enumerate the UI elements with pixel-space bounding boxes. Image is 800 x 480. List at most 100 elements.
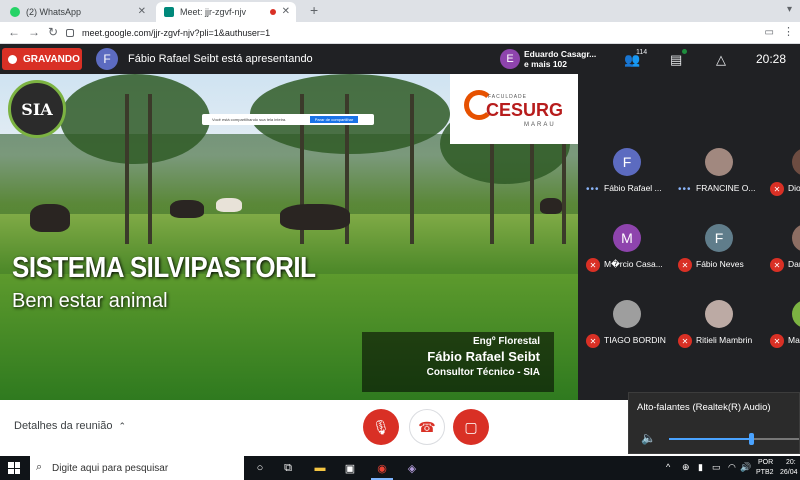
search-icon: ⌕ bbox=[36, 461, 43, 473]
participant-name: Fábio Neves bbox=[696, 259, 744, 269]
cattle bbox=[280, 204, 350, 230]
participant-name: M�rcio Casa... bbox=[604, 259, 663, 269]
windows-start-icon[interactable] bbox=[8, 462, 20, 474]
participant-name: Dio bbox=[788, 183, 800, 193]
participant-name: Dar bbox=[788, 259, 800, 269]
language-code[interactable]: POR bbox=[758, 459, 773, 466]
chat-icon[interactable]: ▤ bbox=[670, 52, 682, 68]
task-view-icon[interactable]: ⧉ bbox=[280, 460, 296, 476]
participant-name: FRANCINE O... bbox=[696, 183, 756, 193]
muted-mic-icon: ✕ bbox=[586, 334, 600, 348]
meet-icon bbox=[164, 7, 174, 17]
mic-toggle-button[interactable]: 🎙 bbox=[363, 409, 399, 445]
camera-toggle-button[interactable]: ▢ bbox=[453, 409, 489, 445]
participant-tile[interactable]: ✕ Ritieli Mambrin bbox=[674, 300, 764, 376]
participant-tile[interactable]: ✕ Dio bbox=[766, 148, 800, 224]
others-line2: e mais 102 bbox=[524, 59, 568, 69]
volume-thumb[interactable] bbox=[748, 433, 754, 445]
details-label: Detalhes da reunião bbox=[14, 420, 113, 432]
cesurg-city: MARAU bbox=[524, 122, 556, 128]
avatar: F bbox=[613, 148, 641, 176]
cast-icon[interactable]: ▭ bbox=[765, 27, 774, 38]
speaker-icon[interactable]: 🔈 bbox=[641, 431, 656, 445]
tray-network-icon[interactable]: ⊕ bbox=[682, 462, 690, 473]
stop-sharing-button[interactable]: Parar de compartilhar bbox=[310, 116, 358, 123]
recording-badge[interactable]: GRAVANDO bbox=[2, 48, 82, 70]
participant-grid: F ••• Fábio Rafael ... ••• FRANCINE O...… bbox=[578, 74, 800, 400]
taskbar-date[interactable]: 26/04 bbox=[780, 469, 798, 476]
muted-mic-icon: ✕ bbox=[770, 258, 784, 272]
participant-tile[interactable]: ✕ TIAGO BORDIN bbox=[582, 300, 672, 376]
presenter-credit: Engº Florestal Fábio Rafael Seibt Consul… bbox=[362, 332, 554, 392]
participant-tile[interactable]: ••• FRANCINE O... bbox=[674, 148, 764, 224]
participant-name: Fábio Rafael ... bbox=[604, 183, 662, 193]
participant-tile[interactable]: F ✕ Fábio Neves bbox=[674, 224, 764, 300]
tray-battery-icon[interactable]: ▭ bbox=[712, 462, 721, 473]
avatar bbox=[792, 300, 800, 328]
tray-mic-icon[interactable]: ▮ bbox=[698, 462, 703, 473]
taskbar-time[interactable]: 20: bbox=[786, 459, 796, 466]
others-text: Eduardo Casagr... e mais 102 bbox=[524, 49, 596, 69]
cesurg-logo: FACULDADE CESURG MARAU bbox=[450, 74, 578, 144]
meeting-details-button[interactable]: Detalhes da reunião ⌃ bbox=[14, 420, 126, 432]
avatar bbox=[705, 300, 733, 328]
tray-wifi-icon[interactable]: ◠ bbox=[728, 462, 736, 473]
app-icon[interactable]: ◈ bbox=[404, 460, 420, 476]
muted-mic-icon: ✕ bbox=[770, 334, 784, 348]
chrome-icon[interactable]: ◉ bbox=[374, 460, 390, 476]
activities-icon[interactable]: △ bbox=[716, 52, 726, 68]
tab-label: Meet: jjr-zgvf-njv bbox=[180, 7, 247, 17]
close-tab-icon[interactable]: ✕ bbox=[138, 6, 146, 17]
tree-trunk bbox=[125, 94, 129, 244]
tab-search-icon[interactable]: ▾ bbox=[787, 4, 792, 15]
url-field[interactable]: meet.google.com/jjr-zgvf-njv?pli=1&authu… bbox=[66, 25, 756, 41]
speaking-indicator-icon: ••• bbox=[678, 184, 692, 195]
participant-tile[interactable]: ✕ Dar bbox=[766, 224, 800, 300]
taskbar-search[interactable]: ⌕ Digite aqui para pesquisar bbox=[30, 456, 244, 480]
file-explorer-icon[interactable]: ▬ bbox=[312, 460, 328, 476]
leave-call-button[interactable]: ☎ bbox=[409, 409, 445, 445]
presenting-text: Fábio Rafael Seibt está apresentando bbox=[128, 53, 313, 65]
tree-trunk bbox=[410, 94, 414, 244]
tab-whatsapp[interactable]: (2) WhatsApp ✕ bbox=[2, 2, 152, 22]
reload-icon[interactable]: ↻ bbox=[48, 25, 58, 39]
tab-label: (2) WhatsApp bbox=[26, 7, 82, 17]
tray-overflow-icon[interactable]: ^ bbox=[666, 462, 670, 472]
tray-volume-icon[interactable]: 🔊 bbox=[740, 462, 751, 473]
participant-name: TIAGO BORDIN bbox=[604, 335, 666, 345]
record-dot-icon bbox=[8, 54, 17, 64]
muted-mic-icon: ✕ bbox=[678, 258, 692, 272]
cortana-icon[interactable]: ○ bbox=[252, 460, 268, 476]
store-icon[interactable]: ▣ bbox=[342, 460, 358, 476]
credit-line1: Engº Florestal bbox=[473, 336, 540, 347]
volume-slider[interactable] bbox=[669, 433, 799, 445]
browser-tab-bar: (2) WhatsApp ✕ Meet: jjr-zgvf-njv ✕ + ▾ bbox=[0, 0, 800, 22]
cattle bbox=[170, 200, 204, 218]
participant-tile[interactable]: M ✕ M�rcio Casa... bbox=[582, 224, 672, 300]
forward-icon[interactable]: → bbox=[28, 25, 40, 39]
sia-logo: SIA bbox=[8, 80, 66, 138]
cattle bbox=[216, 198, 242, 212]
audio-device-label[interactable]: Alto-falantes (Realtek(R) Audio) bbox=[637, 402, 771, 413]
slide-subtitle: Bem estar animal bbox=[12, 290, 168, 312]
share-notice-text: Você está compartilhando sua tela inteir… bbox=[212, 117, 287, 122]
back-icon[interactable]: ← bbox=[8, 25, 20, 39]
close-tab-icon[interactable]: ✕ bbox=[282, 6, 290, 17]
windows-taskbar: ⌕ Digite aqui para pesquisar ○ ⧉ ▬ ▣ ◉ ◈… bbox=[0, 456, 800, 480]
tab-meet[interactable]: Meet: jjr-zgvf-njv ✕ bbox=[156, 2, 296, 22]
participant-tile[interactable]: ✕ Ma bbox=[766, 300, 800, 376]
lock-icon bbox=[66, 29, 74, 37]
new-tab-button[interactable]: + bbox=[310, 2, 318, 18]
screen: (2) WhatsApp ✕ Meet: jjr-zgvf-njv ✕ + ▾ … bbox=[0, 0, 800, 480]
camera-off-icon: ▢ bbox=[464, 418, 478, 435]
participant-count: 114 bbox=[636, 49, 648, 56]
more-vert-icon[interactable]: ⋮ bbox=[783, 25, 794, 38]
participant-name: Ma bbox=[788, 335, 800, 345]
others-presenting-pill[interactable]: E Eduardo Casagr... e mais 102 bbox=[496, 44, 608, 74]
meet-top-icons: 👥 114 ▤ △ 20:28 bbox=[612, 44, 800, 74]
keyboard-layout[interactable]: PTB2 bbox=[756, 469, 774, 476]
muted-mic-icon: ✕ bbox=[770, 182, 784, 196]
avatar: M bbox=[613, 224, 641, 252]
screen-share-notice: Você está compartilhando sua tela inteir… bbox=[202, 114, 374, 125]
participant-tile[interactable]: F ••• Fábio Rafael ... bbox=[582, 148, 672, 224]
